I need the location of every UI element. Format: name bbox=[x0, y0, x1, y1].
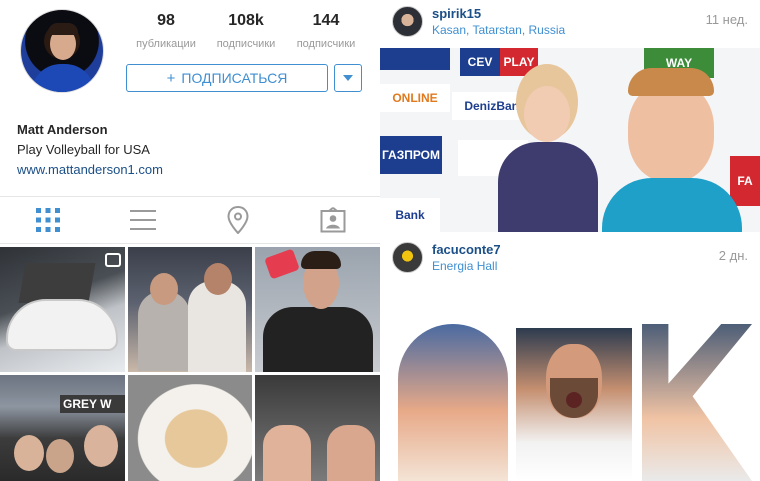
post-username[interactable]: spirik15 bbox=[432, 6, 481, 21]
face bbox=[524, 86, 570, 142]
letter-photo-cutout bbox=[642, 324, 752, 481]
profile-view-tabs bbox=[0, 196, 380, 244]
photo-grid: GREY W bbox=[0, 247, 380, 481]
body bbox=[602, 178, 742, 232]
person-head bbox=[14, 435, 44, 471]
sponsor-board: Bank bbox=[380, 198, 440, 232]
face bbox=[628, 82, 714, 182]
avatar-shirt bbox=[31, 64, 95, 92]
grid-photo-food[interactable] bbox=[128, 375, 252, 481]
plus-icon: + bbox=[166, 69, 176, 87]
avatar-hair bbox=[48, 23, 78, 35]
profile-name: Matt Anderson bbox=[17, 122, 108, 137]
video-icon bbox=[105, 253, 121, 267]
post-location[interactable]: Kasan, Tatarstan, Russia bbox=[432, 23, 565, 37]
leg bbox=[263, 425, 311, 481]
profile-stats: 98 публикации 108k подписчики 144 подпис… bbox=[126, 12, 366, 50]
post-photo[interactable] bbox=[380, 286, 760, 481]
person-hair bbox=[301, 251, 341, 269]
man-figure bbox=[602, 68, 742, 232]
street-sign: GREY W bbox=[60, 395, 125, 413]
letter-photo-cutout bbox=[516, 328, 632, 481]
profile-avatar[interactable] bbox=[20, 9, 104, 93]
follow-options-dropdown[interactable] bbox=[334, 64, 362, 92]
person-head bbox=[204, 263, 232, 295]
stat-following[interactable]: 144 подписчики bbox=[286, 12, 366, 50]
sponsor-board: ГАЗПРОМ bbox=[380, 136, 442, 174]
tagged-user-icon bbox=[320, 207, 345, 233]
grid-photo-drinking[interactable] bbox=[255, 247, 380, 372]
post-timestamp: 11 нед. bbox=[705, 12, 748, 27]
person-head bbox=[84, 425, 118, 467]
drink-can bbox=[264, 248, 300, 280]
grid-photo-friends[interactable] bbox=[128, 247, 252, 372]
profile-bio: Play Volleyball for USA bbox=[17, 142, 150, 157]
stat-following-label: подписчики bbox=[296, 38, 356, 50]
stat-posts-count: 98 bbox=[157, 12, 175, 29]
tab-list[interactable] bbox=[95, 197, 190, 243]
post-location[interactable]: Energia Hall bbox=[432, 259, 497, 273]
profile-pane: 98 публикации 108k подписчики 144 подпис… bbox=[0, 0, 380, 481]
tab-grid[interactable] bbox=[0, 197, 95, 243]
post-username[interactable]: facuconte7 bbox=[432, 242, 501, 257]
stat-following-count: 144 bbox=[312, 12, 340, 29]
chevron-down-icon bbox=[343, 75, 353, 81]
feed-pane: spirik15 Kasan, Tatarstan, Russia 11 нед… bbox=[380, 0, 760, 481]
follow-button[interactable]: + ПОДПИСАТЬСЯ bbox=[126, 64, 328, 92]
person-body bbox=[263, 307, 373, 372]
post-header: spirik15 Kasan, Tatarstan, Russia 11 нед… bbox=[380, 0, 760, 44]
post-header: facuconte7 Energia Hall 2 дн. bbox=[380, 236, 760, 280]
grid-icon bbox=[35, 208, 60, 232]
body bbox=[498, 142, 598, 232]
person-head bbox=[150, 273, 178, 305]
girl-figure bbox=[498, 64, 598, 232]
follow-button-label: ПОДПИСАТЬСЯ bbox=[181, 70, 288, 86]
grid-photo-selfie[interactable]: GREY W bbox=[0, 375, 125, 481]
avatar[interactable] bbox=[392, 6, 423, 37]
grid-photo-car[interactable] bbox=[0, 247, 125, 372]
list-icon bbox=[129, 210, 156, 230]
hair bbox=[628, 68, 714, 96]
sponsor-board: ONLINE bbox=[380, 84, 450, 112]
tab-places[interactable] bbox=[190, 197, 285, 243]
car-hood bbox=[18, 263, 96, 303]
grid-photo-legs[interactable] bbox=[255, 375, 380, 481]
sponsor-board bbox=[380, 48, 450, 70]
avatar[interactable] bbox=[392, 242, 423, 273]
mouth bbox=[566, 392, 582, 408]
sponsor-board: CEV bbox=[460, 48, 500, 76]
car-body bbox=[6, 299, 118, 351]
person-head bbox=[46, 439, 74, 473]
profile-website-link[interactable]: www.mattanderson1.com bbox=[17, 162, 163, 177]
stat-posts[interactable]: 98 публикации bbox=[126, 12, 206, 50]
leg bbox=[327, 425, 375, 481]
stat-followers[interactable]: 108k подписчики bbox=[206, 12, 286, 50]
post-photo[interactable]: CEV PLAY ONLINE DenizBank ГАЗПРОМ WAY Ba… bbox=[380, 48, 760, 232]
post-timestamp: 2 дн. bbox=[718, 248, 748, 263]
letter-photo-cutout bbox=[398, 324, 508, 481]
tab-tagged[interactable] bbox=[285, 197, 380, 243]
stat-followers-label: подписчики bbox=[216, 38, 276, 50]
stat-followers-count: 108k bbox=[228, 12, 264, 29]
location-pin-icon bbox=[226, 206, 249, 234]
stat-posts-label: публикации bbox=[136, 38, 196, 50]
